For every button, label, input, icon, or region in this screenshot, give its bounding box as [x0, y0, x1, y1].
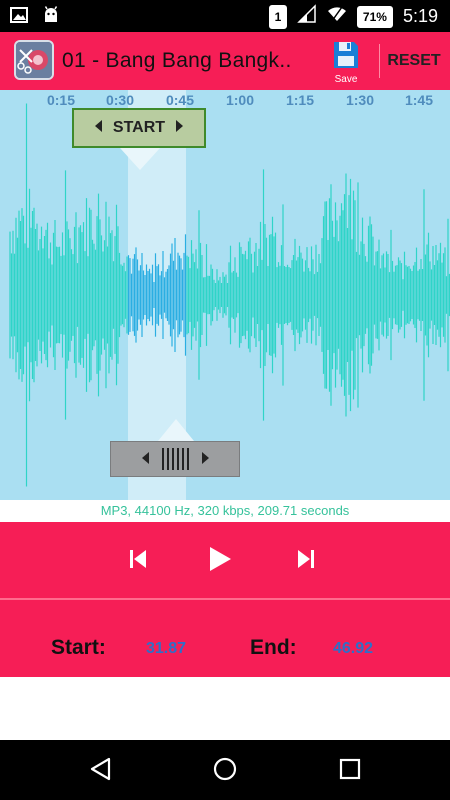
back-button[interactable] — [87, 757, 113, 786]
app-logo-icon — [14, 40, 54, 80]
start-marker-pointer — [120, 148, 160, 170]
timeline-tick: 0:45 — [165, 92, 195, 108]
navigation-bar — [0, 740, 450, 800]
reset-button[interactable]: RESET — [383, 52, 445, 70]
app-bar: 01 - Bang Bang Bangk.. Save RESET — [0, 32, 450, 90]
sim-icon: 1 — [268, 4, 287, 29]
skip-previous-button[interactable] — [123, 546, 153, 576]
end-marker-pointer — [158, 419, 194, 441]
timeline-tick: 1:15 — [285, 92, 315, 108]
timeline-tick: 1:00 — [225, 92, 255, 108]
home-button[interactable] — [212, 757, 238, 786]
skip-next-button[interactable] — [291, 546, 321, 576]
back-icon — [89, 757, 111, 786]
skip-next-icon — [297, 549, 315, 574]
play-icon — [208, 546, 232, 577]
signal-icon — [297, 4, 317, 29]
audio-info: MP3, 44100 Hz, 320 kbps, 209.71 seconds — [0, 500, 450, 522]
wifi-icon — [327, 5, 347, 28]
playback-controls — [0, 522, 450, 598]
recents-icon — [339, 758, 361, 785]
start-time-label: Start: — [51, 636, 106, 659]
end-marker[interactable] — [110, 441, 240, 477]
battery-icon: 71% — [356, 5, 393, 28]
waveform-editor[interactable]: 0:15 0:30 0:45 1:00 1:15 1:30 1:45 START — [0, 90, 450, 500]
home-icon — [213, 757, 237, 786]
timeline-tick: 0:30 — [105, 92, 135, 108]
recents-button[interactable] — [337, 758, 363, 784]
start-time-value[interactable]: 31.87 — [146, 640, 186, 658]
trim-times: Start: 31.87 End: 46.92 — [0, 600, 450, 677]
timeline-tick: 1:30 — [345, 92, 375, 108]
arrow-right-icon — [175, 119, 184, 137]
android-icon — [42, 6, 60, 29]
timeline-tick: 1:45 — [404, 92, 434, 108]
save-button[interactable]: Save — [326, 40, 366, 85]
end-time-label: End: — [250, 636, 297, 659]
waveform — [9, 103, 450, 487]
save-label: Save — [334, 74, 358, 85]
end-time-value[interactable]: 46.92 — [333, 640, 373, 658]
arrow-left-icon — [94, 119, 103, 137]
status-bar: 1 71% 5:19 — [0, 0, 450, 32]
timeline-tick: 0:15 — [46, 92, 76, 108]
timeline: 0:15 0:30 0:45 1:00 1:15 1:30 1:45 — [0, 90, 450, 108]
gallery-icon — [10, 7, 28, 28]
play-button[interactable] — [205, 546, 235, 576]
appbar-divider — [379, 44, 380, 78]
clock: 5:19 — [402, 6, 438, 26]
start-marker[interactable]: START — [72, 108, 206, 148]
arrow-left-icon — [141, 451, 150, 467]
skip-previous-icon — [129, 549, 147, 574]
start-marker-label: START — [112, 119, 166, 136]
floppy-disk-icon — [332, 42, 360, 73]
arrow-right-icon — [201, 451, 209, 467]
drag-handle-icon — [161, 448, 189, 470]
song-title: 01 - Bang Bang Bangk.. — [62, 49, 292, 72]
